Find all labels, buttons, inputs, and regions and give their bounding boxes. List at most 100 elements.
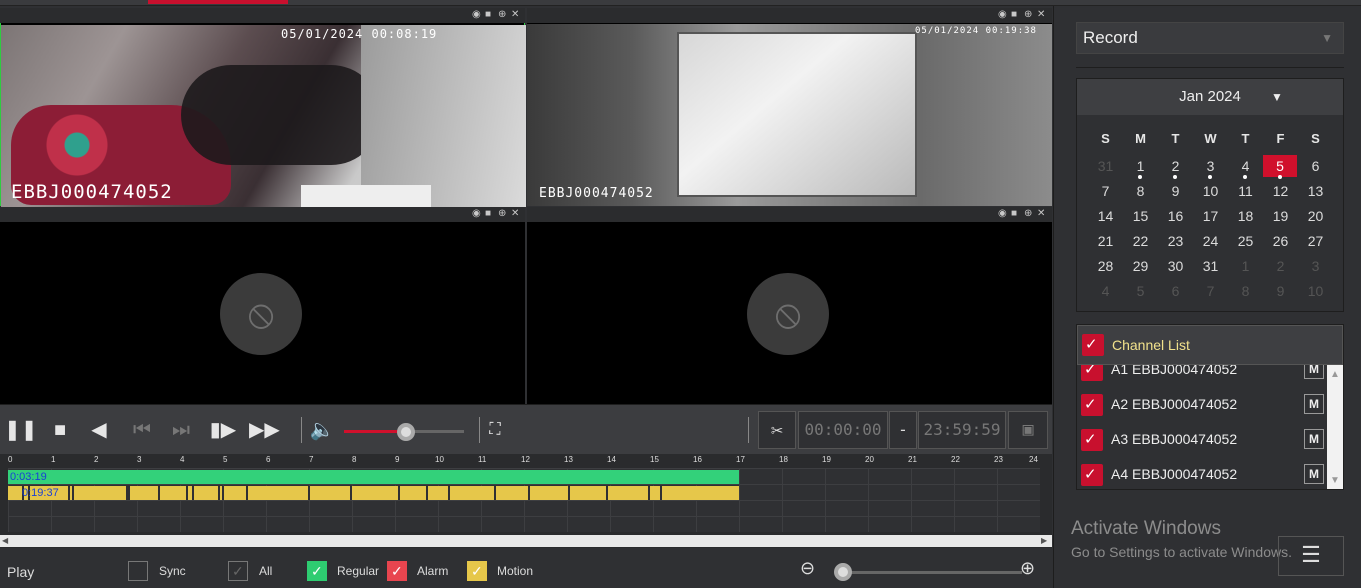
calendar-day[interactable]: 22	[1123, 230, 1158, 252]
zoom-in-icon[interactable]: ⊕	[1020, 558, 1035, 579]
calendar-day[interactable]: 20	[1298, 205, 1333, 227]
scroll-up-icon[interactable]: ▲	[1330, 369, 1340, 380]
calendar-day[interactable]: 7	[1088, 180, 1123, 202]
channel-item[interactable]: ✓ A3 EBBJ000474052 M	[1077, 420, 1327, 455]
pause-icon[interactable]: ❚❚	[4, 415, 38, 445]
calendar-day[interactable]: 16	[1158, 205, 1193, 227]
clip-scissors-button[interactable]: ✂	[758, 411, 796, 449]
volume-slider[interactable]	[344, 423, 464, 441]
eye-icon[interactable]: ◉	[998, 10, 1007, 20]
mode-select[interactable]: Record ▼	[1076, 22, 1344, 54]
calendar-day[interactable]: 19	[1263, 205, 1298, 227]
calendar-day[interactable]: 9	[1158, 180, 1193, 202]
fast-forward-icon[interactable]: ▶▶	[249, 415, 280, 445]
calendar-day[interactable]: 30	[1158, 255, 1193, 277]
calendar-day[interactable]: 27	[1298, 230, 1333, 252]
zoom-out-icon[interactable]: ⊖	[800, 558, 815, 579]
calendar-day[interactable]: 31	[1193, 255, 1228, 277]
sync-checkbox[interactable]	[128, 561, 148, 581]
channel-item[interactable]: ✓ A4 EBBJ000474052 M	[1077, 455, 1327, 489]
camera-icon[interactable]: ■	[1011, 209, 1017, 219]
calendar-day[interactable]: 1	[1123, 155, 1158, 177]
timeline-scrollbar[interactable]: ◀ ▶	[0, 535, 1052, 547]
reverse-play-icon[interactable]: ◀	[84, 415, 114, 445]
calendar-day[interactable]: 17	[1193, 205, 1228, 227]
calendar-day[interactable]: 4	[1228, 155, 1263, 177]
video-tile-4[interactable]: ⦸	[527, 207, 1052, 404]
previous-frame-icon[interactable]: ⏮	[127, 415, 157, 445]
channel-mode-button[interactable]: M	[1304, 394, 1324, 414]
zoom-knob[interactable]	[834, 563, 852, 581]
close-icon[interactable]: ✕	[1037, 209, 1045, 219]
step-forward-icon[interactable]: ▮▶	[208, 415, 238, 445]
regular-checkbox[interactable]: ✓	[307, 561, 327, 581]
scroll-left-icon[interactable]: ◀	[2, 535, 8, 547]
alarm-checkbox[interactable]: ✓	[387, 561, 407, 581]
calendar-day[interactable]: 21	[1088, 230, 1123, 252]
calendar-day[interactable]: 11	[1228, 180, 1263, 202]
sync-label: Sync	[159, 564, 186, 578]
volume-knob[interactable]	[397, 423, 416, 441]
camera-icon[interactable]: ■	[485, 10, 491, 20]
calendar-day[interactable]: 25	[1228, 230, 1263, 252]
zoom-icon[interactable]: ⊕	[498, 10, 506, 20]
motion-recording-bar[interactable]	[8, 486, 739, 500]
scroll-down-icon[interactable]: ▼	[1330, 475, 1340, 486]
calendar-day[interactable]: 24	[1193, 230, 1228, 252]
clip-end-time[interactable]: 23:59:59	[918, 411, 1006, 449]
video-tile-1[interactable]: 05/01/2024 00:08:19 EBBJ000474052	[0, 8, 526, 207]
calendar-day[interactable]: 13	[1298, 180, 1333, 202]
calendar-day[interactable]: 8	[1123, 180, 1158, 202]
camera-icon[interactable]: ■	[1011, 10, 1017, 20]
calendar-day[interactable]: 18	[1228, 205, 1263, 227]
zoom-icon[interactable]: ⊕	[498, 209, 506, 219]
channel-list-header[interactable]: ✓ Channel List	[1077, 325, 1343, 365]
scroll-right-icon[interactable]: ▶	[1041, 535, 1047, 547]
channel-checkbox[interactable]: ✓	[1081, 429, 1103, 451]
clip-start-time[interactable]: 00:00:00	[798, 411, 888, 449]
calendar-header[interactable]: Jan 2024 ▼	[1077, 79, 1343, 115]
channel-checkbox[interactable]: ✓	[1081, 464, 1103, 486]
next-frame-icon[interactable]: ⏭	[166, 415, 196, 445]
channel-list-scrollbar[interactable]: ▲ ▼	[1327, 365, 1343, 489]
camera-icon[interactable]: ■	[485, 209, 491, 219]
calendar-day[interactable]: 15	[1123, 205, 1158, 227]
calendar-day[interactable]: 5	[1263, 155, 1297, 177]
zoom-icon[interactable]: ⊕	[1024, 209, 1032, 219]
eye-icon[interactable]: ◉	[998, 209, 1007, 219]
timeline[interactable]: 0 1 2 3 4 5 6 7 8 9 10 11 12 13 14 15 16 17 18 19 20 21 22 23 24…	[0, 454, 1052, 548]
calendar-day[interactable]: 28	[1088, 255, 1123, 277]
save-clip-button[interactable]: ▣	[1008, 411, 1048, 449]
channel-mode-button[interactable]: M	[1304, 429, 1324, 449]
zoom-icon[interactable]: ⊕	[1024, 10, 1032, 20]
close-icon[interactable]: ✕	[511, 209, 519, 219]
calendar-day[interactable]: 23	[1158, 230, 1193, 252]
calendar-day[interactable]: 26	[1263, 230, 1298, 252]
channel-mode-button[interactable]: M	[1304, 464, 1324, 484]
calendar-day[interactable]: 2	[1158, 155, 1193, 177]
close-icon[interactable]: ✕	[511, 10, 519, 20]
eye-icon[interactable]: ◉	[472, 209, 481, 219]
calendar-day[interactable]: 6	[1298, 155, 1333, 177]
channel-checkbox[interactable]: ✓	[1081, 394, 1103, 416]
video-tile-3[interactable]: ⦸	[0, 207, 525, 404]
motion-checkbox[interactable]: ✓	[467, 561, 487, 581]
stop-icon[interactable]: ■	[45, 415, 75, 445]
timeline-zoom-slider[interactable]	[834, 563, 1022, 581]
volume-icon[interactable]: 🔈	[307, 415, 337, 445]
calendar-day[interactable]: 10	[1193, 180, 1228, 202]
menu-button[interactable]: ☰	[1278, 536, 1344, 576]
fullscreen-icon[interactable]: ⛶	[480, 415, 510, 445]
all-checkbox[interactable]: ✓	[228, 561, 248, 581]
calendar-day[interactable]: 29	[1123, 255, 1158, 277]
calendar-day[interactable]: 12	[1263, 180, 1298, 202]
calendar-day[interactable]: 14	[1088, 205, 1123, 227]
active-tab-indicator[interactable]	[148, 0, 288, 4]
eye-icon[interactable]: ◉	[472, 10, 481, 20]
calendar-day[interactable]: 3	[1193, 155, 1228, 177]
channel-list-checkbox[interactable]: ✓	[1082, 334, 1104, 356]
regular-recording-bar[interactable]	[8, 470, 739, 484]
close-icon[interactable]: ✕	[1037, 10, 1045, 20]
channel-item[interactable]: ✓ A2 EBBJ000474052 M	[1077, 385, 1327, 420]
video-tile-2[interactable]: 05/01/2024 00:19:38 EBBJ000474052	[527, 8, 1052, 206]
